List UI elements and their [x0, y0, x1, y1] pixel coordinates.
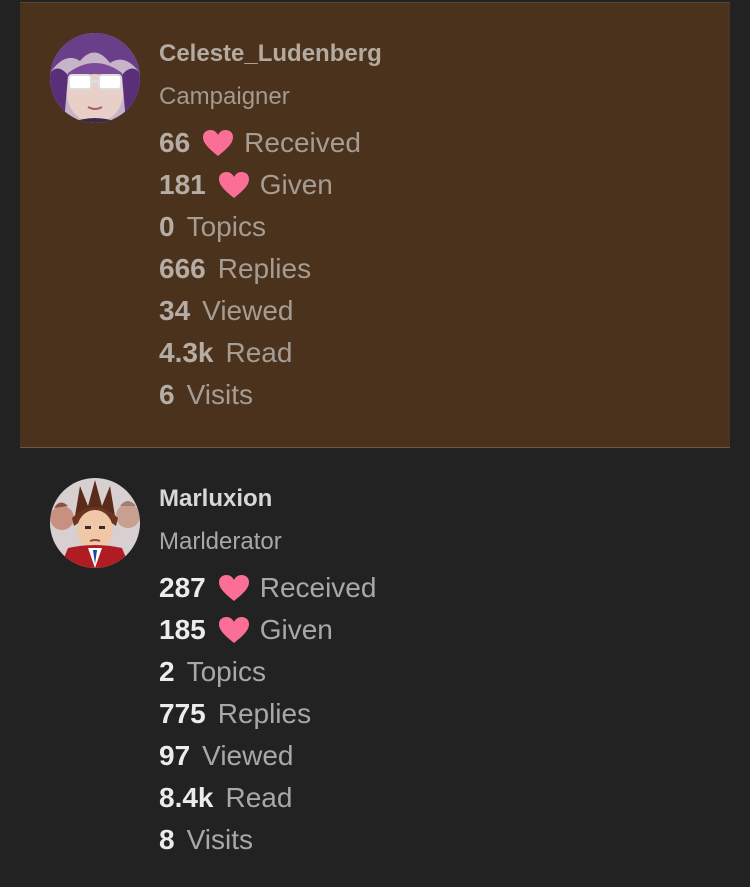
user-title: Campaigner	[159, 83, 290, 110]
stat-label: Topics	[186, 211, 266, 242]
user-stats: 66 Received 181 Given 0 Topics 666 Repli…	[159, 122, 382, 416]
stat-read: 4.3k Read	[159, 332, 382, 374]
stat-value: 775	[159, 698, 206, 729]
user-stats: 287 Received 185 Given 2 Topics 775 Repl…	[159, 567, 376, 861]
user-stats-page: Celeste_Ludenberg Campaigner 66 Received…	[0, 0, 750, 887]
stat-value: 185	[159, 614, 206, 645]
username-link[interactable]: Celeste_Ludenberg	[159, 37, 382, 71]
stat-replies: 666 Replies	[159, 248, 382, 290]
stat-topics: 2 Topics	[159, 651, 376, 693]
stat-label: Visits	[186, 379, 253, 410]
stat-label: Given	[259, 614, 333, 645]
stat-label: Received	[244, 127, 361, 158]
user-title: Marlderator	[159, 528, 282, 555]
avatar[interactable]	[50, 478, 140, 568]
stat-label: Topics	[186, 656, 266, 687]
stat-likes-given: 181 Given	[159, 164, 382, 206]
stat-visits: 8 Visits	[159, 819, 376, 861]
stat-replies: 775 Replies	[159, 693, 376, 735]
heart-icon	[203, 130, 234, 156]
stat-topics: 0 Topics	[159, 206, 382, 248]
stat-viewed: 97 Viewed	[159, 735, 376, 777]
heart-icon	[218, 575, 249, 601]
stat-label: Replies	[217, 698, 312, 729]
stat-label: Viewed	[202, 295, 294, 326]
stat-label: Given	[259, 169, 333, 200]
stat-label: Visits	[186, 824, 253, 855]
stat-value: 4.3k	[159, 337, 214, 368]
username-link[interactable]: Marluxion	[159, 482, 376, 516]
heart-icon	[218, 172, 249, 198]
stat-value: 6	[159, 379, 175, 410]
stat-value: 0	[159, 211, 175, 242]
avatar[interactable]	[50, 33, 140, 123]
stat-visits: 6 Visits	[159, 374, 382, 416]
stat-likes-received: 287 Received	[159, 567, 376, 609]
stat-likes-received: 66 Received	[159, 122, 382, 164]
user-card-marluxion: Marluxion Marlderator 287 Received 185 G…	[20, 450, 730, 870]
stat-value: 666	[159, 253, 206, 284]
stat-label: Read	[225, 337, 293, 368]
purple-haired-glasses-avatar-icon	[50, 33, 140, 123]
spiky-haired-lawyer-avatar-icon	[50, 478, 140, 568]
stat-value: 97	[159, 740, 191, 771]
stat-label: Replies	[217, 253, 312, 284]
stat-value: 8	[159, 824, 175, 855]
stat-value: 287	[159, 572, 206, 603]
stat-value: 34	[159, 295, 191, 326]
stat-read: 8.4k Read	[159, 777, 376, 819]
user-info: Celeste_Ludenberg Campaigner 66 Received…	[159, 37, 382, 416]
stat-label: Read	[225, 782, 293, 813]
stat-value: 181	[159, 169, 206, 200]
stat-value: 8.4k	[159, 782, 214, 813]
stat-label: Viewed	[202, 740, 294, 771]
heart-icon	[218, 617, 249, 643]
stat-likes-given: 185 Given	[159, 609, 376, 651]
stat-label: Received	[259, 572, 377, 603]
user-card-celeste: Celeste_Ludenberg Campaigner 66 Received…	[20, 2, 730, 448]
stat-value: 66	[159, 127, 191, 158]
user-info: Marluxion Marlderator 287 Received 185 G…	[159, 482, 376, 861]
stat-value: 2	[159, 656, 175, 687]
stat-viewed: 34 Viewed	[159, 290, 382, 332]
